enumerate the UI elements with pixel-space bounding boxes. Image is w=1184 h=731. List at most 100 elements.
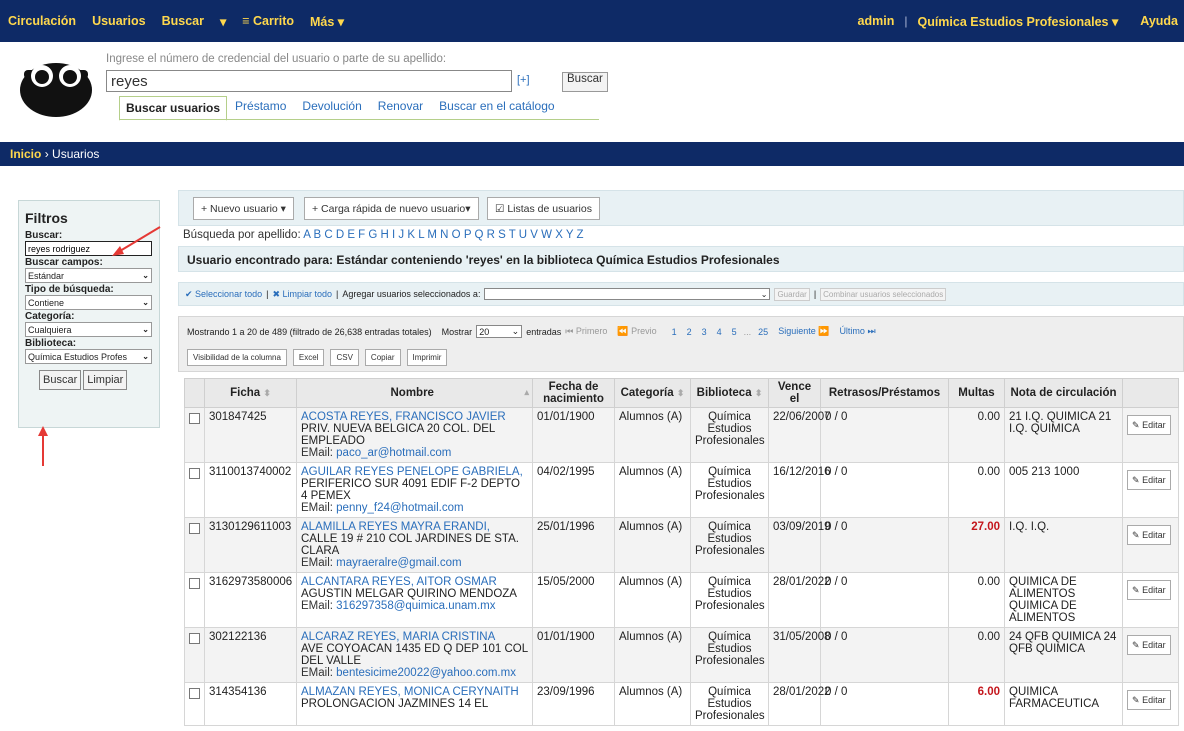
row-checkbox[interactable] (189, 688, 200, 699)
filter-category-select[interactable]: Cualquiera ⌄ (25, 322, 152, 337)
nav-help[interactable]: Ayuda (1140, 14, 1178, 28)
header-library[interactable]: Biblioteca ⬍ (690, 378, 769, 408)
filter-library-label: Biblioteca: (25, 338, 77, 349)
patron-name-link[interactable]: ALAMILLA REYES MAYRA ERANDI, (301, 521, 528, 533)
nav-circulacion[interactable]: Circulación (8, 14, 76, 28)
row-select-cell (184, 407, 205, 463)
patron-email[interactable]: paco_ar@hotmail.com (336, 447, 451, 459)
advanced-search-toggle[interactable]: [+] (517, 74, 530, 86)
row-checkbox[interactable] (189, 413, 200, 424)
cell-note: 24 QFB QUIMICA 24 QFB QUIMICA (1004, 627, 1123, 683)
nav-mas[interactable]: Más ▾ (310, 14, 344, 29)
print-button[interactable]: Imprimir (406, 349, 448, 366)
filter-search-input[interactable] (25, 241, 152, 256)
select-all-link[interactable]: ✔ Seleccionar todo (185, 289, 262, 300)
row-checkbox[interactable] (189, 633, 200, 644)
row-checkbox[interactable] (189, 468, 200, 479)
header-dob[interactable]: Fecha de nacimiento (532, 378, 615, 408)
filter-search-button[interactable]: Buscar (39, 370, 82, 390)
patron-name-link[interactable]: ALCARAZ REYES, MARIA CRISTINA (301, 631, 528, 643)
patron-email[interactable]: penny_f24@hotmail.com (336, 502, 463, 514)
header-category[interactable]: Categoría ⬍ (614, 378, 691, 408)
column-visibility-button[interactable]: Visibilidad de la columna (187, 349, 287, 366)
patron-search-input[interactable] (106, 70, 512, 92)
tab-devolucion[interactable]: Devolución (294, 95, 369, 117)
first-page-button[interactable]: ⏮ Primero (565, 326, 607, 337)
page-5[interactable]: 5 (729, 327, 740, 337)
tab-prestamo[interactable]: Préstamo (227, 95, 294, 117)
cell-dob: 04/02/1995 (532, 462, 615, 518)
nav-library[interactable]: Química Estudios Profesionales ▾ (917, 14, 1118, 29)
nav-usuarios[interactable]: Usuarios (92, 14, 146, 28)
patron-email[interactable]: 316297358@quimica.unam.mx (336, 600, 495, 612)
nav-buscar-dropdown[interactable]: ▾ (220, 14, 226, 29)
row-select-cell (184, 572, 205, 628)
patron-name-link[interactable]: ALMAZAN REYES, MONICA CERYNAITH (301, 686, 528, 698)
edit-button[interactable]: ✎ Editar (1127, 690, 1171, 710)
save-to-list-button[interactable]: Guardar (774, 287, 810, 301)
pagination-box: Mostrando 1 a 20 de 489 (filtrado de 26,… (178, 316, 1184, 372)
tab-buscar-usuarios[interactable]: Buscar usuarios (119, 95, 228, 121)
cell-dob: 25/01/1996 (532, 517, 615, 573)
top-navbar: Circulación Usuarios Buscar ▾ ≡ Carrito … (0, 0, 1184, 42)
header-expires[interactable]: Vence el (768, 378, 821, 408)
prev-page-button[interactable]: ⏪ Previo (617, 326, 656, 337)
breadcrumb-home[interactable]: Inicio (10, 147, 41, 161)
nav-carrito[interactable]: ≡ Carrito (242, 14, 294, 28)
edit-button[interactable]: ✎ Editar (1127, 635, 1171, 655)
header-note[interactable]: Nota de circulación (1004, 378, 1123, 408)
filter-clear-button[interactable]: Limpiar (83, 370, 128, 390)
header-nombre[interactable]: Nombre ▴ (296, 378, 533, 408)
export-excel-button[interactable]: Excel (292, 349, 325, 366)
page-25[interactable]: 25 (755, 327, 771, 337)
tab-renovar[interactable]: Renovar (370, 95, 431, 117)
patron-email[interactable]: mayraeralre@gmail.com (336, 557, 461, 569)
quick-add-button[interactable]: + Carga rápida de nuevo usuario▾ (304, 197, 479, 220)
page-1[interactable]: 1 (669, 327, 680, 337)
alpha-letters[interactable]: A B C D E F G H I J K L M N O P Q R S T … (303, 229, 583, 241)
header-ficha[interactable]: Ficha ⬍ (204, 378, 297, 408)
patron-name-link[interactable]: ALCANTARA REYES, AITOR OSMAR (301, 576, 528, 588)
chevron-down-icon: ⌄ (142, 352, 149, 361)
patron-address: PROLONGACION JAZMINES 14 EL (301, 698, 489, 710)
row-checkbox[interactable] (189, 578, 200, 589)
pencil-icon: ✎ (1132, 640, 1140, 650)
edit-button[interactable]: ✎ Editar (1127, 525, 1171, 545)
cell-nombre: ALCANTARA REYES, AITOR OSMAR AGUSTIN MELG… (296, 572, 533, 628)
filter-type-select[interactable]: Contiene ⌄ (25, 295, 152, 310)
page-3[interactable]: 3 (699, 327, 710, 337)
patron-lists-button[interactable]: ☑ Listas de usuarios (487, 197, 600, 220)
nav-user[interactable]: admin (858, 14, 895, 28)
header-fines-label: Multas (958, 387, 995, 399)
per-page-select[interactable]: 20 ⌄ (476, 325, 523, 338)
koha-logo-icon[interactable] (18, 54, 94, 118)
filter-fields-select[interactable]: Estándar ⌄ (25, 268, 152, 283)
header-fines[interactable]: Multas (948, 378, 1005, 408)
edit-button[interactable]: ✎ Editar (1127, 580, 1171, 600)
clear-all-link[interactable]: ✖ Limpiar todo (272, 289, 332, 300)
copy-button[interactable]: Copiar (364, 349, 401, 366)
row-checkbox[interactable] (189, 523, 200, 534)
page-4[interactable]: 4 (714, 327, 725, 337)
next-page-button[interactable]: Siguiente ⏩ (775, 326, 832, 337)
last-page-button[interactable]: Último ⏭ (836, 326, 878, 337)
merge-patrons-button[interactable]: Combinar usuarios seleccionados (820, 287, 947, 301)
nav-buscar[interactable]: Buscar (162, 14, 204, 28)
patron-name-link[interactable]: AGUILAR REYES PENELOPE GABRIELA, (301, 466, 528, 478)
tab-buscar-catalogo[interactable]: Buscar en el catálogo (431, 95, 562, 117)
patron-name-link[interactable]: ACOSTA REYES, FRANCISCO JAVIER (301, 411, 528, 423)
export-csv-button[interactable]: CSV (330, 349, 359, 366)
header-dob-label: Fecha de nacimiento (543, 381, 604, 405)
header-loans[interactable]: Retrasos/Préstamos (820, 378, 949, 408)
search-button[interactable]: Buscar (562, 72, 608, 92)
cell-note: 005 213 1000 (1004, 462, 1123, 518)
patron-email[interactable]: bentesicime20022@yahoo.com.mx (336, 667, 516, 679)
edit-button[interactable]: ✎ Editar (1127, 470, 1171, 490)
new-patron-button[interactable]: + Nuevo usuario ▾ (193, 197, 294, 220)
header-category-label: Categoría (620, 387, 674, 399)
cell-nombre: ACOSTA REYES, FRANCISCO JAVIER PRIV. NUEV… (296, 407, 533, 463)
patron-list-select[interactable]: ⌄ (484, 288, 771, 300)
filter-library-select[interactable]: Química Estudios Profes ⌄ (25, 349, 152, 364)
edit-button[interactable]: ✎ Editar (1127, 415, 1171, 435)
page-2[interactable]: 2 (684, 327, 695, 337)
